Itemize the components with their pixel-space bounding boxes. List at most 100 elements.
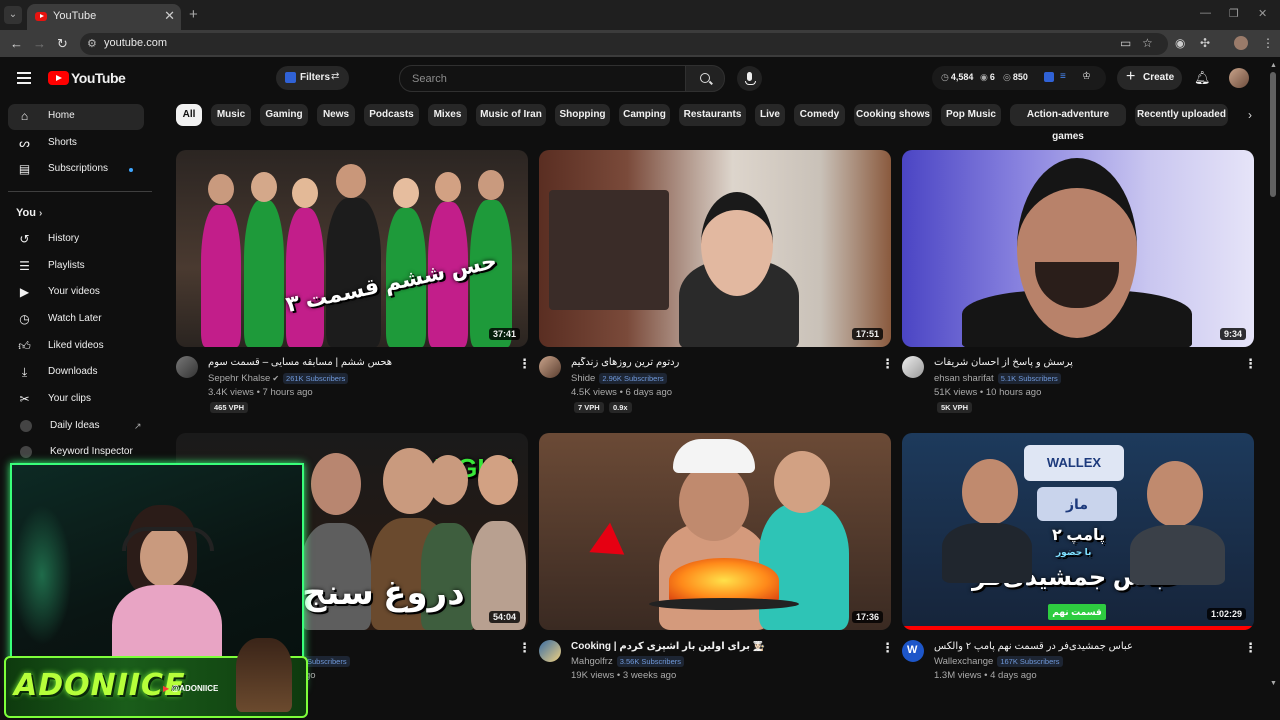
- url-text: youtube.com: [104, 37, 167, 49]
- more-options-icon[interactable]: ⋮: [1244, 356, 1257, 372]
- trophy-icon[interactable]: ♔: [1082, 71, 1091, 82]
- channel-name[interactable]: Mahgolfrz 3.56K Subscribers: [571, 656, 685, 667]
- voice-search-button[interactable]: [737, 66, 762, 91]
- stat-eye: ◉ 6: [980, 72, 995, 83]
- vph-badge: 7 VPH: [574, 402, 604, 413]
- video-title[interactable]: پرسش و پاسخ از احسان شریفات: [934, 357, 1224, 368]
- more-options-icon[interactable]: ⋮: [881, 356, 894, 372]
- target-icon: ◎: [1003, 72, 1011, 82]
- youtube-logo[interactable]: YouTube: [48, 70, 126, 88]
- filters-button[interactable]: Filters ⇄: [276, 66, 349, 90]
- chip-shopping[interactable]: Shopping: [555, 104, 610, 126]
- video-thumbnail[interactable]: 17:36: [539, 433, 891, 630]
- channel-avatar[interactable]: [539, 640, 561, 662]
- maz-badge: ماز: [1037, 487, 1117, 521]
- channel-avatar[interactable]: [176, 356, 198, 378]
- address-bar[interactable]: ⚙ youtube.com: [80, 33, 1168, 55]
- chip-recently-uploaded[interactable]: Recently uploaded: [1135, 104, 1228, 126]
- browser-menu-icon[interactable]: ⋮: [1262, 36, 1274, 50]
- chip-cooking-shows[interactable]: Cooking shows: [854, 104, 932, 126]
- wardrobe-shape: [549, 190, 669, 310]
- video-thumbnail[interactable]: WALLEX ماز پامپ ۲ با حضور عباس جمشیدی‌فر…: [902, 433, 1254, 630]
- browser-profile-avatar[interactable]: [1234, 36, 1248, 50]
- chip-next-icon[interactable]: ›: [1240, 104, 1260, 126]
- video-title[interactable]: Cooking | برای اولین بار آشپزی کردم 👩🏻‍🍳: [571, 641, 861, 652]
- chip-music[interactable]: Music: [211, 104, 251, 126]
- chip-gaming[interactable]: Gaming: [260, 104, 308, 126]
- create-button[interactable]: + Create: [1117, 66, 1182, 90]
- channel-name[interactable]: Shide 2.96K Subscribers: [571, 373, 667, 384]
- video-title[interactable]: عباس جمشیدی‌فر در قسمت نهم پامپ ۲ والکس: [934, 641, 1224, 652]
- browser-tab[interactable]: YouTube ✕: [27, 4, 181, 30]
- channel-avatar[interactable]: [902, 356, 924, 378]
- reload-icon[interactable]: ↻: [57, 36, 68, 52]
- extension-icon[interactable]: ◉: [1175, 36, 1185, 50]
- chip-music-of-iran[interactable]: Music of Iran: [476, 104, 546, 126]
- notifications-bell-icon[interactable]: 🔔︎: [1194, 70, 1211, 86]
- new-tab-icon[interactable]: +: [189, 6, 198, 23]
- search-input[interactable]: [410, 70, 674, 88]
- chip-mixes[interactable]: Mixes: [428, 104, 467, 126]
- video-title[interactable]: هحس ششم | مسابقه مسایی – قسمت سوم: [208, 357, 498, 368]
- sidebar-item-liked-videos[interactable]: 👍︎ Liked videos: [8, 334, 144, 360]
- minimize-icon[interactable]: —: [1200, 7, 1211, 19]
- vidiq-stats[interactable]: ◷ 4,584 ◉ 6 ◎ 850 ≡ ♔: [932, 66, 1106, 90]
- sidebar-item-your-clips[interactable]: ✂ Your clips: [8, 387, 144, 413]
- channel-avatar[interactable]: [539, 356, 561, 378]
- sidebar-item-history[interactable]: ↺ History: [8, 227, 144, 253]
- sidebar-item-watch-later[interactable]: ◷ Watch Later: [8, 307, 144, 333]
- page-scrollbar[interactable]: [1270, 72, 1276, 197]
- sidebar-item-home[interactable]: ⌂ Home: [8, 104, 144, 130]
- video-title[interactable]: ردتوم ترین روزهای زندگیم: [571, 357, 861, 368]
- back-icon[interactable]: ←: [10, 36, 23, 51]
- sidebar-you-heading[interactable]: You ›: [16, 207, 42, 219]
- chip-restaurants[interactable]: Restaurants: [679, 104, 746, 126]
- chip-camping[interactable]: Camping: [619, 104, 670, 126]
- chip-action-adventure-games[interactable]: Action-adventure games: [1010, 104, 1126, 142]
- cast-icon[interactable]: ▭: [1120, 36, 1131, 50]
- subscriber-badge: 5.1K Subscribers: [997, 373, 1061, 384]
- tab-close-icon[interactable]: ✕: [164, 8, 175, 24]
- sidebar-item-shorts[interactable]: ᔕ Shorts: [8, 131, 144, 157]
- person-figure: [942, 523, 1032, 583]
- stat-eye-value: 6: [989, 72, 995, 82]
- scroll-up-icon[interactable]: ▲: [1270, 62, 1277, 69]
- video-thumbnail[interactable]: حس ششم قسمت ۳ 37:41: [176, 150, 528, 347]
- channel-name[interactable]: ehsan sharifat 5.1K Subscribers: [934, 373, 1061, 384]
- extensions-puzzle-icon[interactable]: ✣: [1200, 36, 1210, 50]
- chip-news[interactable]: News: [317, 104, 355, 126]
- site-info-icon[interactable]: ⚙: [87, 37, 97, 50]
- more-options-icon[interactable]: ⋮: [1244, 640, 1257, 656]
- account-avatar[interactable]: [1229, 68, 1249, 88]
- video-thumbnail[interactable]: 9:34: [902, 150, 1254, 347]
- video-thumbnail[interactable]: 17:51: [539, 150, 891, 347]
- channel-name[interactable]: Wallexchange 167K Subscribers: [934, 656, 1063, 667]
- hamburger-menu-icon[interactable]: [17, 72, 31, 84]
- chip-live[interactable]: Live: [755, 104, 785, 126]
- channel-avatar[interactable]: W: [902, 640, 924, 662]
- sidebar-item-subscriptions[interactable]: ▤ Subscriptions: [8, 157, 144, 183]
- sidebar-item-your-videos[interactable]: ▶ Your videos: [8, 280, 144, 306]
- chip-pop-music[interactable]: Pop Music: [941, 104, 1001, 126]
- forward-icon[interactable]: →: [33, 36, 46, 51]
- sidebar-item-label: Keyword Inspector: [50, 446, 133, 457]
- tab-search-button[interactable]: ⌄: [4, 6, 22, 24]
- chip-podcasts[interactable]: Podcasts: [364, 104, 419, 126]
- channel-name-text: Shide: [571, 373, 596, 384]
- bookmark-star-icon[interactable]: ☆: [1142, 36, 1153, 50]
- close-window-icon[interactable]: ✕: [1258, 7, 1267, 20]
- more-options-icon[interactable]: ⋮: [881, 640, 894, 656]
- sidebar-item-playlists[interactable]: ☰ Playlists: [8, 254, 144, 280]
- more-options-icon[interactable]: ⋮: [518, 640, 531, 656]
- chip-comedy[interactable]: Comedy: [794, 104, 845, 126]
- more-options-icon[interactable]: ⋮: [518, 356, 531, 372]
- sidebar-item-daily-ideas[interactable]: Daily Ideas ↗: [8, 414, 144, 440]
- chip-all[interactable]: All: [176, 104, 202, 126]
- scroll-down-icon[interactable]: ▼: [1270, 680, 1277, 687]
- list-icon[interactable]: ≡: [1060, 71, 1066, 82]
- vidiq-badge-icon[interactable]: [1044, 72, 1054, 82]
- channel-name[interactable]: Sepehr Khalse ✔ 261K Subscribers: [208, 373, 349, 384]
- maximize-icon[interactable]: ❐: [1229, 7, 1239, 20]
- search-button[interactable]: [685, 65, 725, 92]
- sidebar-item-downloads[interactable]: ⤓ Downloads: [8, 360, 144, 386]
